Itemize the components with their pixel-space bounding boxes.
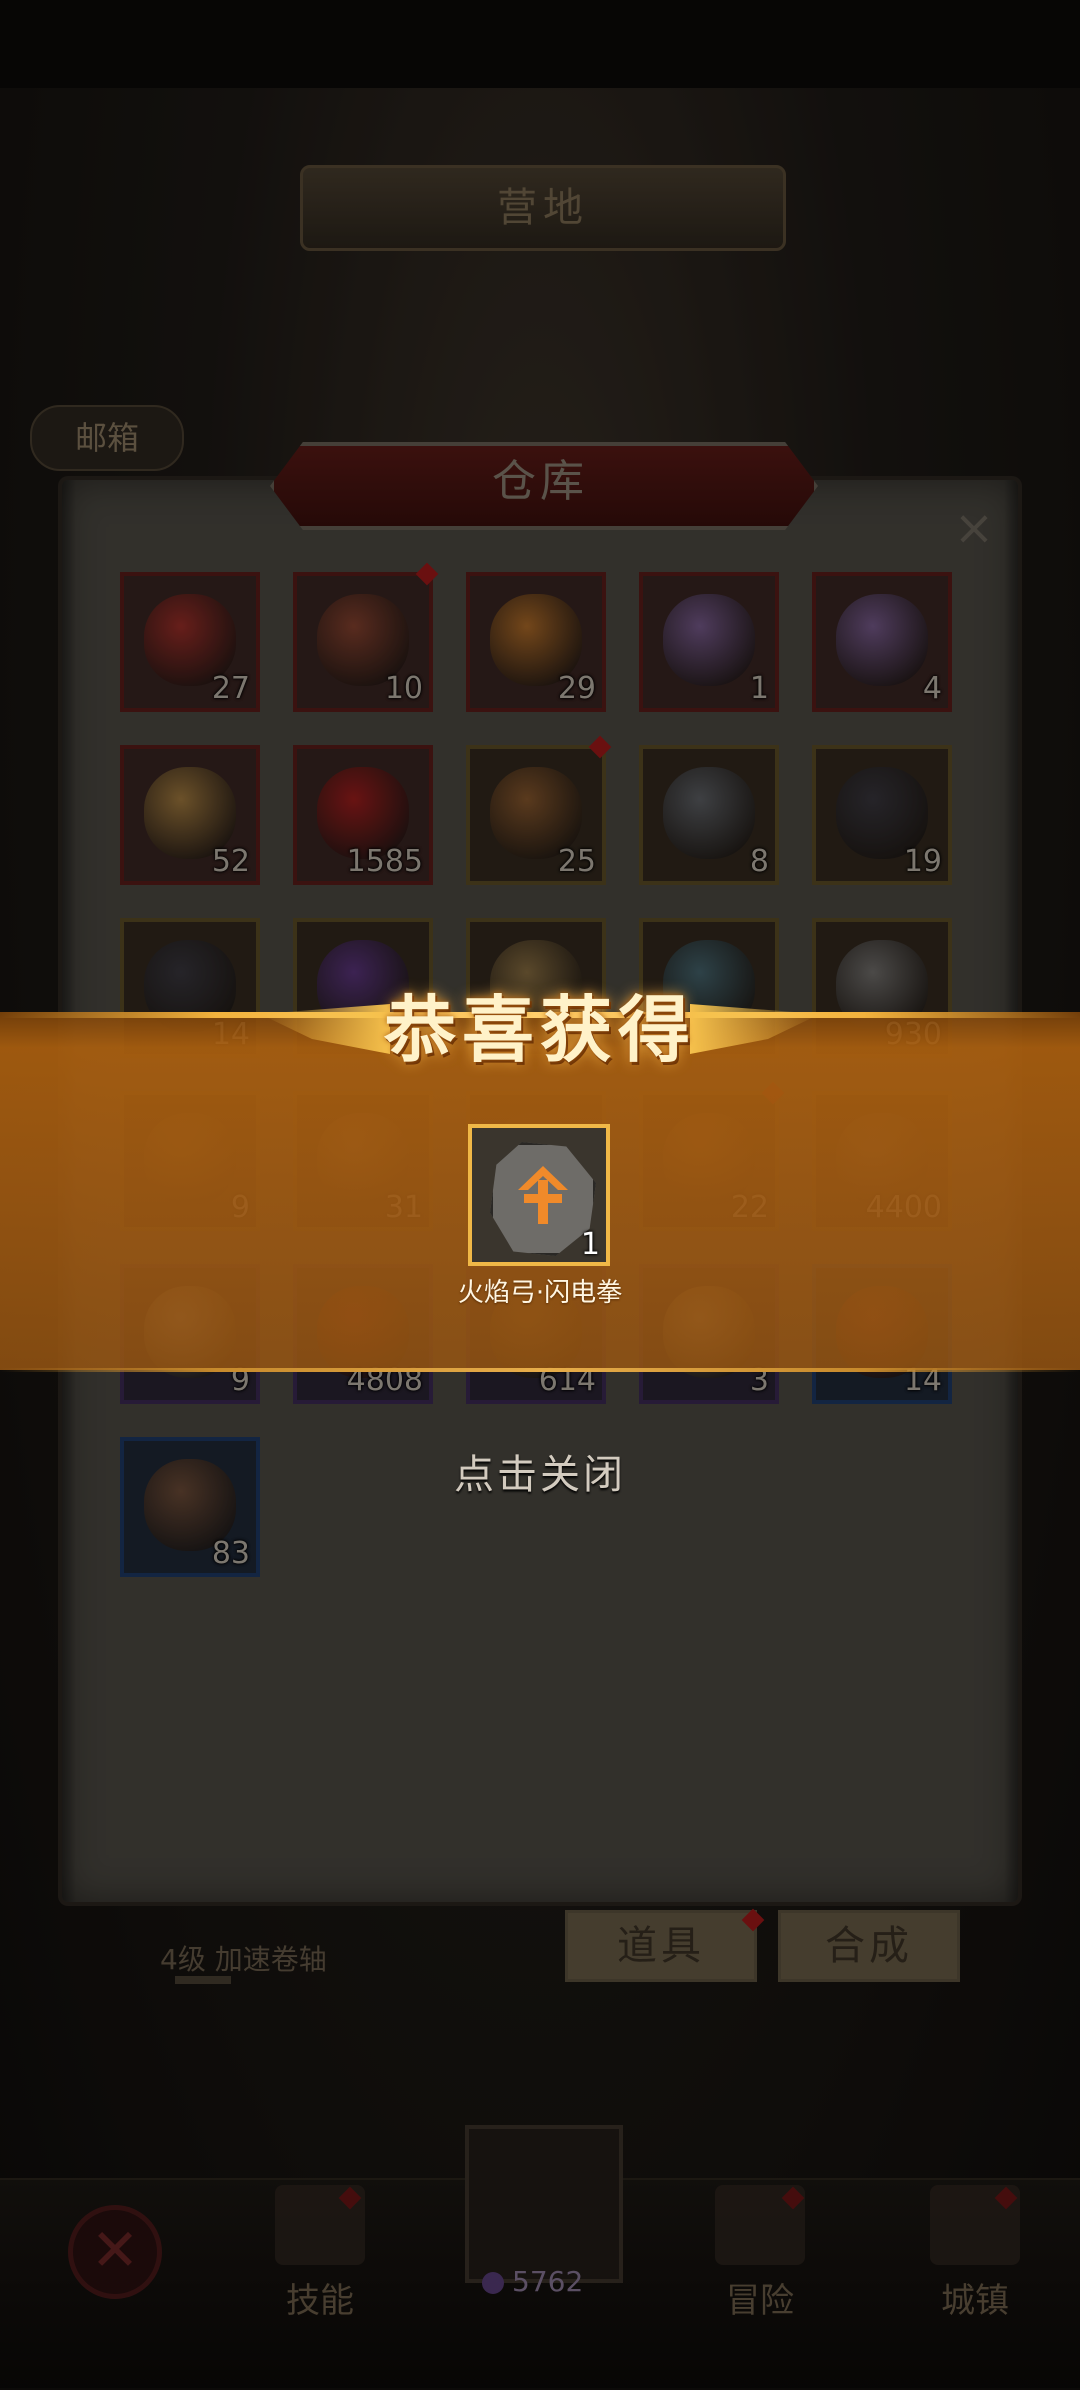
fire-rune-icon (518, 1166, 568, 1224)
reward-item-count: 1 (580, 1227, 600, 1262)
reward-title: 恭喜获得 (383, 988, 696, 1072)
reward-item-name: 火焰弓·闪电拳 (457, 1278, 623, 1308)
banner-bottom-trim (0, 1368, 1080, 1372)
reward-item-slot[interactable]: 1 (468, 1124, 610, 1266)
tap-to-close-hint[interactable]: 点击关闭 (380, 1442, 700, 1500)
